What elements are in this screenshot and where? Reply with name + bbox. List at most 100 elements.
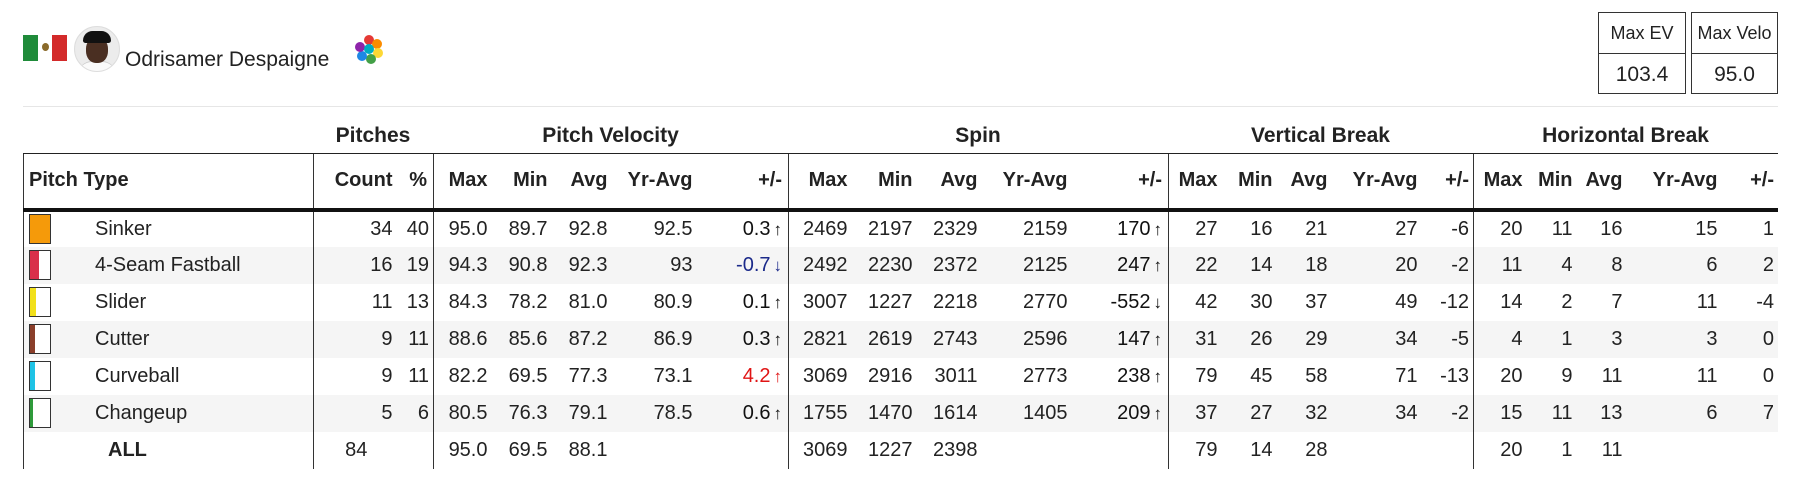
count-cell: 5 <box>313 394 399 432</box>
vb-diff-cell: -2 <box>1451 253 1469 276</box>
spin-min-cell: 1227 <box>868 290 913 313</box>
hb-min-cell: 11 <box>1551 401 1573 424</box>
velo-diff-cell: -0.7 ↓ <box>699 247 789 284</box>
table-row[interactable]: 4-Seam Fastball 16 19 94.3 90.8 92.3 93 -0.7 ↓ 24… <box>23 246 1778 284</box>
col-velo-min[interactable]: Min <box>493 153 554 212</box>
hb-diff-cell: 1 <box>1723 209 1778 247</box>
pitch-type-name: Cutter <box>95 327 150 350</box>
col-spin-max[interactable]: Max <box>788 153 854 212</box>
col-spin-diff[interactable]: +/- <box>1073 153 1169 212</box>
pitch-type-cell: 4-Seam Fastball <box>23 246 314 284</box>
velo-yravg-cell: 73.1 <box>653 364 693 387</box>
col-vb-yravg[interactable]: Yr-Avg <box>1333 153 1424 212</box>
hb-avg-cell: 13 <box>1600 401 1623 424</box>
hb-diff-cell: 7 <box>1723 394 1778 432</box>
col-spin-min[interactable]: Min <box>853 153 919 212</box>
vb-yravg-cell: 34 <box>1395 401 1418 424</box>
total-spin-avg-cell: 2398 <box>933 438 978 461</box>
max-velo-box: Max Velo 95.0 <box>1691 12 1778 94</box>
col-vb-diff[interactable]: +/- <box>1423 153 1474 212</box>
col-hb-yravg[interactable]: Yr-Avg <box>1628 153 1724 212</box>
spin-avg-cell: 2329 <box>933 217 978 240</box>
arrow-up-icon: ↑ <box>1153 403 1163 423</box>
team-logo-icon <box>355 35 383 64</box>
total-hb-empty-cell <box>1723 431 1778 469</box>
col-vb-max[interactable]: Max <box>1168 153 1224 212</box>
vb-min-cell: 26 <box>1250 327 1273 350</box>
total-spin-empty-cell <box>1074 432 1169 469</box>
pitch-color-swatch <box>29 214 51 244</box>
spin-min-cell: 2619 <box>868 327 913 350</box>
velo-diff-cell: 0.3 ↑ <box>699 210 789 247</box>
table-row[interactable]: Cutter 9 11 88.6 85.6 87.2 86.9 0.3 ↑ 2821 2619 274… <box>23 320 1778 358</box>
velo-diff-cell-value: 0.3 <box>742 327 771 350</box>
spin-diff-cell-value: 209 <box>1117 401 1151 424</box>
col-vb-min[interactable]: Min <box>1223 153 1279 212</box>
col-count[interactable]: Count <box>313 153 399 212</box>
col-spin-avg[interactable]: Avg <box>918 153 984 212</box>
velo-min-cell: 78.2 <box>508 290 548 313</box>
pitch-type-cell: Curveball <box>23 357 314 395</box>
total-label-cell: ALL <box>23 431 314 469</box>
velo-diff-cell: 0.6 ↑ <box>699 395 789 432</box>
col-hb-max[interactable]: Max <box>1473 153 1529 212</box>
hb-yravg-cell: 15 <box>1695 217 1718 240</box>
group-header-pitches: Pitches <box>335 124 411 147</box>
col-velo-avg[interactable]: Avg <box>553 153 614 212</box>
spin-avg-cell: 2372 <box>933 253 978 276</box>
vb-yravg-cell: 49 <box>1395 290 1418 313</box>
col-hb-min[interactable]: Min <box>1528 153 1579 212</box>
arrow-up-icon: ↑ <box>1153 219 1163 239</box>
table-row[interactable]: Curveball 9 11 82.2 69.5 77.3 73.1 4.2 ↑ 3069 2916… <box>23 357 1778 395</box>
hb-avg-cell: 16 <box>1600 217 1623 240</box>
count-cell: 9 <box>313 357 399 395</box>
vb-max-cell: 79 <box>1168 357 1224 395</box>
velo-max-cell: 80.5 <box>433 394 494 432</box>
vb-min-cell: 30 <box>1250 290 1273 313</box>
total-spin-empty-cell <box>984 432 1074 469</box>
table-row[interactable]: Slider 11 13 84.3 78.2 81.0 80.9 0.1 ↑ 3007 1227 22… <box>23 283 1778 321</box>
table-row[interactable]: Sinker 34 40 95.0 89.7 92.8 92.5 0.3 ↑ 2469 2197 23… <box>23 209 1778 247</box>
col-spin-yravg[interactable]: Yr-Avg <box>983 153 1074 212</box>
pitch-type-name: Sinker <box>95 217 152 240</box>
vb-diff-cell: -6 <box>1451 217 1469 240</box>
total-spin-min-cell: 1227 <box>868 438 913 461</box>
col-pct[interactable]: % <box>398 153 434 212</box>
pct-cell: 6 <box>417 401 429 424</box>
col-pitch-type[interactable]: Pitch Type <box>23 153 314 212</box>
col-velo-max[interactable]: Max <box>433 153 494 212</box>
vb-min-cell: 27 <box>1250 401 1273 424</box>
spin-diff-cell: 247 ↑ <box>1074 247 1169 284</box>
spin-diff-cell: 209 ↑ <box>1074 395 1169 432</box>
velo-diff-cell-value: -0.7 <box>736 253 771 276</box>
col-velo-yravg[interactable]: Yr-Avg <box>613 153 699 212</box>
spin-diff-cell-value: 247 <box>1117 253 1151 276</box>
col-velo-diff[interactable]: +/- <box>698 153 789 212</box>
player-avatar[interactable] <box>74 26 120 72</box>
velo-diff-cell-value: 0.1 <box>742 290 771 313</box>
col-vb-avg[interactable]: Avg <box>1278 153 1334 212</box>
spin-min-cell: 2230 <box>868 253 913 276</box>
vb-avg-cell: 18 <box>1305 253 1328 276</box>
total-hb-max-cell: 20 <box>1473 431 1529 469</box>
arrow-up-icon: ↑ <box>773 403 783 423</box>
velo-yravg-cell: 93 <box>670 253 693 276</box>
hb-min-cell: 4 <box>1561 253 1573 276</box>
col-hb-avg[interactable]: Avg <box>1578 153 1629 212</box>
player-name: Odrisamer Despaigne <box>125 48 330 71</box>
velo-avg-cell: 92.3 <box>568 253 608 276</box>
hb-max-cell: 11 <box>1473 246 1529 284</box>
total-label: ALL <box>108 438 147 461</box>
velo-avg-cell: 87.2 <box>568 327 608 350</box>
vb-avg-cell: 37 <box>1305 290 1328 313</box>
max-velo-label: Max Velo <box>1692 13 1777 54</box>
velo-diff-cell: 0.3 ↑ <box>699 321 789 358</box>
total-velo-max-cell: 95.0 <box>433 431 494 469</box>
spin-max-cell: 3069 <box>788 357 854 395</box>
col-hb-diff[interactable]: +/- <box>1723 153 1778 212</box>
table-row[interactable]: Changeup 5 6 80.5 76.3 79.1 78.5 0.6 ↑ 1755 1470 16… <box>23 394 1778 432</box>
pitch-type-cell: Slider <box>23 283 314 321</box>
pitch-type-name: Changeup <box>95 401 188 424</box>
total-vb-avg-cell: 28 <box>1305 438 1328 461</box>
spin-yravg-cell: 2125 <box>1023 253 1068 276</box>
